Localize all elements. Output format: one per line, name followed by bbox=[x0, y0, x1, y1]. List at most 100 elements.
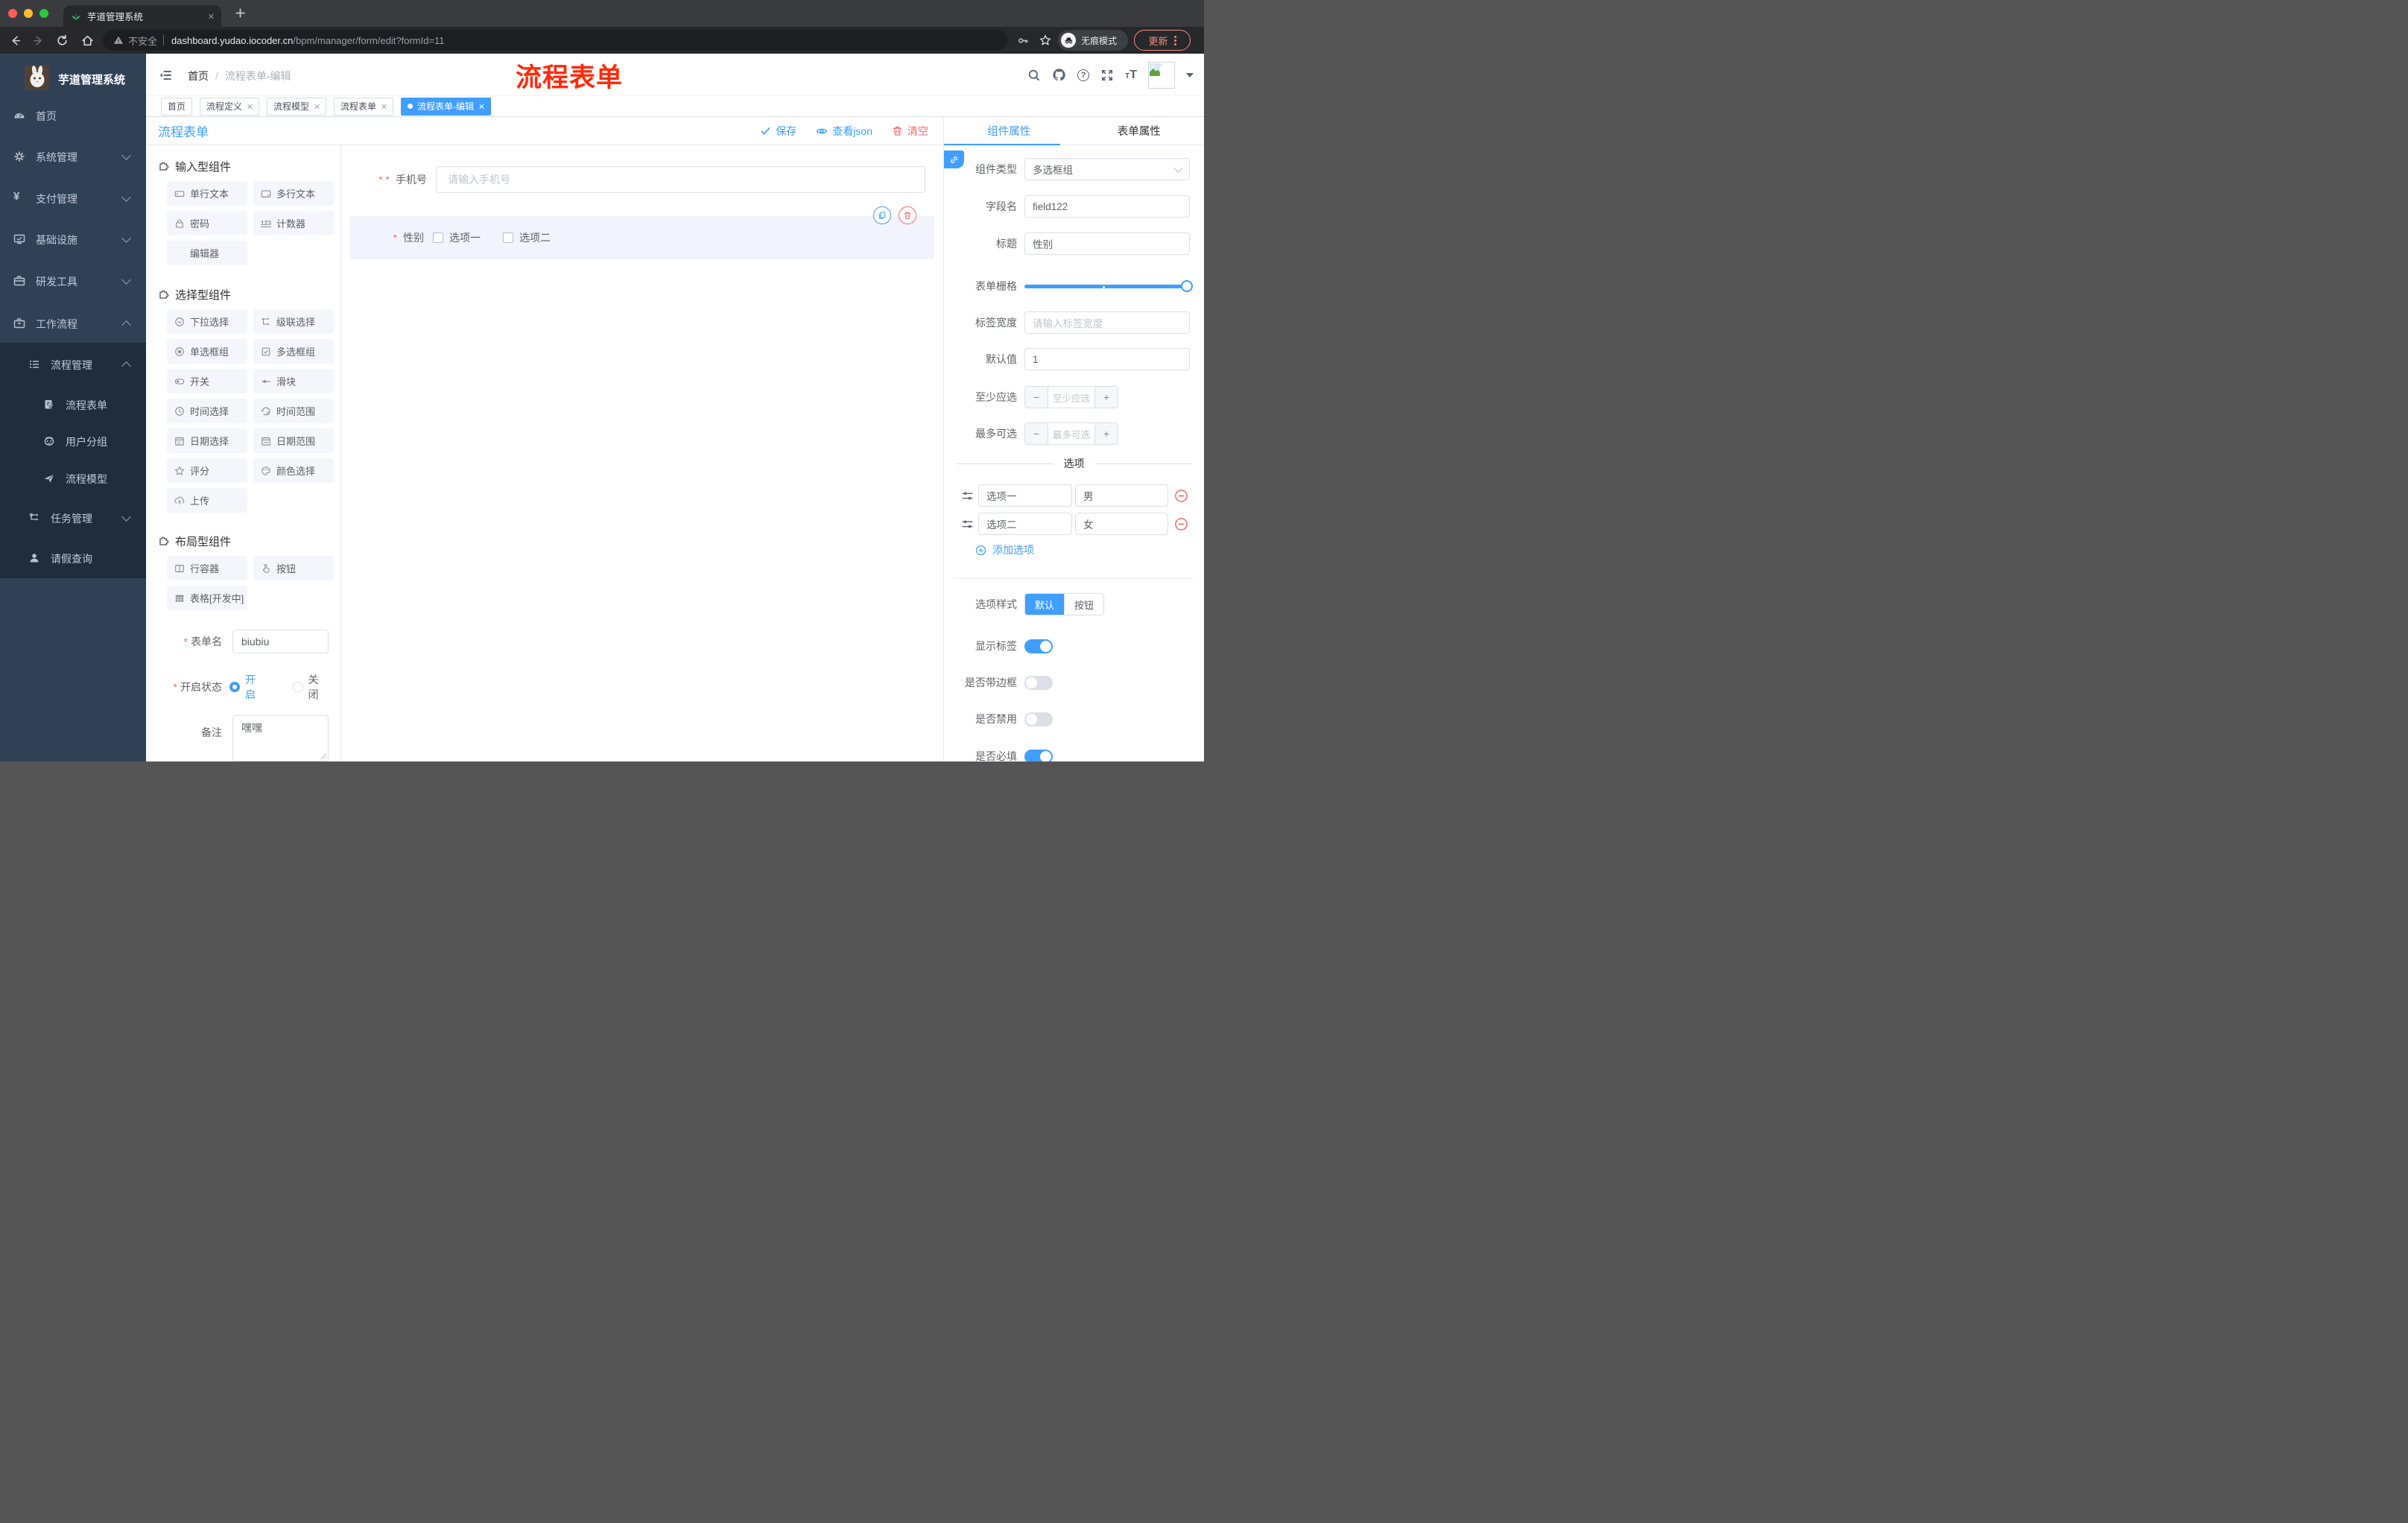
reload-icon[interactable] bbox=[56, 34, 69, 47]
option-label-input[interactable]: 选项一 bbox=[978, 484, 1072, 507]
forward-icon[interactable] bbox=[32, 34, 45, 47]
font-size-icon[interactable] bbox=[1125, 69, 1137, 82]
plus-button[interactable] bbox=[1094, 423, 1118, 444]
canvas-field-phone[interactable]: 手机号 请输入手机号 bbox=[341, 166, 925, 193]
new-tab-icon[interactable] bbox=[234, 7, 247, 19]
palette-item-row-container[interactable]: 行容器 bbox=[167, 556, 247, 580]
form-name-input[interactable]: biubiu bbox=[232, 630, 329, 653]
window-close-icon[interactable] bbox=[8, 9, 17, 18]
save-button[interactable]: 保存 bbox=[760, 124, 796, 139]
field-name-input[interactable]: field122 bbox=[1024, 195, 1190, 218]
title-input[interactable]: 性别 bbox=[1024, 232, 1190, 255]
copy-component-button[interactable] bbox=[873, 206, 891, 224]
view-json-button[interactable]: 查看json bbox=[816, 124, 872, 139]
form-remark-textarea[interactable]: 嘿嘿 bbox=[232, 715, 329, 762]
radio-off-label[interactable]: 关闭 bbox=[308, 672, 329, 702]
sidebar-item-home[interactable]: 首页 bbox=[0, 99, 146, 132]
palette-item-table[interactable]: 表格[开发中] bbox=[167, 586, 247, 610]
palette-item-radio-group[interactable]: 单选框组 bbox=[167, 339, 247, 364]
delete-component-button[interactable] bbox=[899, 206, 916, 224]
fullscreen-icon[interactable] bbox=[1100, 69, 1114, 82]
tab-close-icon[interactable] bbox=[208, 13, 214, 19]
remove-option-icon[interactable] bbox=[1174, 517, 1188, 531]
palette-item-button[interactable]: 按钮 bbox=[253, 556, 334, 580]
tag-process-form[interactable]: 流程表单 bbox=[334, 97, 394, 115]
style-default-button[interactable]: 默认 bbox=[1025, 594, 1064, 615]
clear-button[interactable]: 清空 bbox=[892, 124, 928, 139]
palette-item-password[interactable]: 密码 bbox=[167, 211, 247, 235]
palette-item-editor[interactable]: 编辑器 bbox=[167, 241, 247, 265]
default-value-input[interactable]: 1 bbox=[1024, 348, 1190, 370]
gender-option-1[interactable]: 选项一 bbox=[433, 230, 481, 245]
back-icon[interactable] bbox=[9, 34, 22, 47]
form-canvas[interactable]: 手机号 请输入手机号 性别 选项一 选项二 bbox=[341, 145, 943, 762]
window-zoom-icon[interactable] bbox=[39, 9, 48, 18]
minus-button[interactable] bbox=[1025, 423, 1048, 444]
palette-item-date-picker[interactable]: 日期选择 bbox=[167, 428, 247, 453]
browser-menu-icon[interactable] bbox=[1173, 39, 1176, 42]
palette-item-date-range[interactable]: 日期范围 bbox=[253, 428, 334, 453]
checkbox-icon[interactable] bbox=[503, 232, 513, 243]
required-toggle[interactable] bbox=[1024, 749, 1053, 762]
sidebar-item-system[interactable]: 系统管理 bbox=[0, 140, 146, 173]
component-type-select[interactable]: 多选框组 bbox=[1024, 158, 1190, 180]
palette-item-checkbox-group[interactable]: 多选框组 bbox=[253, 339, 334, 364]
palette-item-counter[interactable]: 计数器 bbox=[253, 211, 334, 235]
tag-close-icon[interactable] bbox=[247, 104, 253, 110]
slider-track[interactable] bbox=[1024, 285, 1191, 288]
radio-on[interactable] bbox=[229, 682, 240, 692]
palette-item-multi-line-text[interactable]: 多行文本 bbox=[253, 181, 334, 206]
search-icon[interactable] bbox=[1027, 69, 1041, 82]
tag-close-icon[interactable] bbox=[314, 104, 320, 110]
tag-process-model[interactable]: 流程模型 bbox=[267, 97, 327, 115]
palette-item-upload[interactable]: 上传 bbox=[167, 488, 247, 513]
avatar-caret-icon[interactable] bbox=[1186, 72, 1194, 77]
palette-item-select[interactable]: 下拉选择 bbox=[167, 309, 247, 334]
sidebar-item-payment[interactable]: ¥ 支付管理 bbox=[0, 182, 146, 215]
canvas-field-gender-selected[interactable]: 性别 选项一 选项二 bbox=[349, 206, 934, 259]
grid-slider[interactable] bbox=[1024, 280, 1193, 292]
tag-close-icon[interactable] bbox=[381, 104, 387, 110]
update-button[interactable]: 更新 bbox=[1134, 30, 1191, 51]
drag-handle-icon[interactable] bbox=[961, 490, 974, 502]
sidebar-item-infra[interactable]: 基础设施 bbox=[0, 223, 146, 256]
breadcrumb-home[interactable]: 首页 bbox=[188, 69, 209, 83]
home-icon[interactable] bbox=[81, 34, 94, 47]
sidebar-item-workflow[interactable]: 工作流程 bbox=[0, 307, 146, 340]
palette-item-time-picker[interactable]: 时间选择 bbox=[167, 399, 247, 423]
option-value-input[interactable]: 男 bbox=[1075, 484, 1168, 507]
palette-item-switch[interactable]: 开关 bbox=[167, 369, 247, 393]
radio-off[interactable] bbox=[292, 682, 303, 692]
sidebar-item-process-model[interactable]: 流程模型 bbox=[0, 462, 146, 495]
url-bar[interactable]: 不安全 dashboard.yudao.iocoder.cn/bpm/manag… bbox=[103, 30, 1007, 51]
minus-button[interactable] bbox=[1025, 387, 1048, 408]
sidebar-item-process-mgmt[interactable]: 流程管理 bbox=[0, 348, 146, 381]
palette-item-cascader[interactable]: 级联选择 bbox=[253, 309, 334, 334]
border-toggle[interactable] bbox=[1024, 675, 1053, 690]
option-value-input[interactable]: 女 bbox=[1075, 513, 1168, 535]
avatar[interactable] bbox=[1148, 61, 1175, 89]
tag-process-form-edit[interactable]: 流程表单-编辑 bbox=[401, 97, 492, 115]
show-label-toggle[interactable] bbox=[1024, 639, 1053, 653]
palette-item-time-range[interactable]: 时间范围 bbox=[253, 399, 334, 423]
style-button-button[interactable]: 按钮 bbox=[1064, 594, 1103, 615]
sidebar-collapse-icon[interactable] bbox=[159, 69, 173, 82]
tag-process-definition[interactable]: 流程定义 bbox=[200, 97, 260, 115]
palette-item-single-line-text[interactable]: 单行文本 bbox=[167, 181, 247, 206]
disabled-toggle[interactable] bbox=[1024, 712, 1053, 726]
plus-button[interactable] bbox=[1094, 387, 1118, 408]
gender-option-2[interactable]: 选项二 bbox=[503, 230, 551, 245]
github-icon[interactable] bbox=[1052, 68, 1066, 82]
remove-option-icon[interactable] bbox=[1174, 489, 1188, 503]
window-minimize-icon[interactable] bbox=[24, 9, 33, 18]
sidebar-item-devtools[interactable]: 研发工具 bbox=[0, 265, 146, 297]
radio-on-label[interactable]: 开启 bbox=[245, 672, 266, 702]
bookmark-star-icon[interactable] bbox=[1039, 34, 1051, 46]
label-width-input[interactable]: 请输入标签宽度 bbox=[1024, 311, 1190, 334]
sidebar-item-task-mgmt[interactable]: 任务管理 bbox=[0, 501, 146, 534]
phone-input[interactable]: 请输入手机号 bbox=[436, 166, 925, 193]
stepper-placeholder[interactable]: 最多可选 bbox=[1048, 423, 1094, 444]
help-icon[interactable] bbox=[1077, 69, 1090, 81]
tab-form-props[interactable]: 表单属性 bbox=[1074, 117, 1205, 145]
add-option-button[interactable]: 添加选项 bbox=[975, 542, 1034, 557]
